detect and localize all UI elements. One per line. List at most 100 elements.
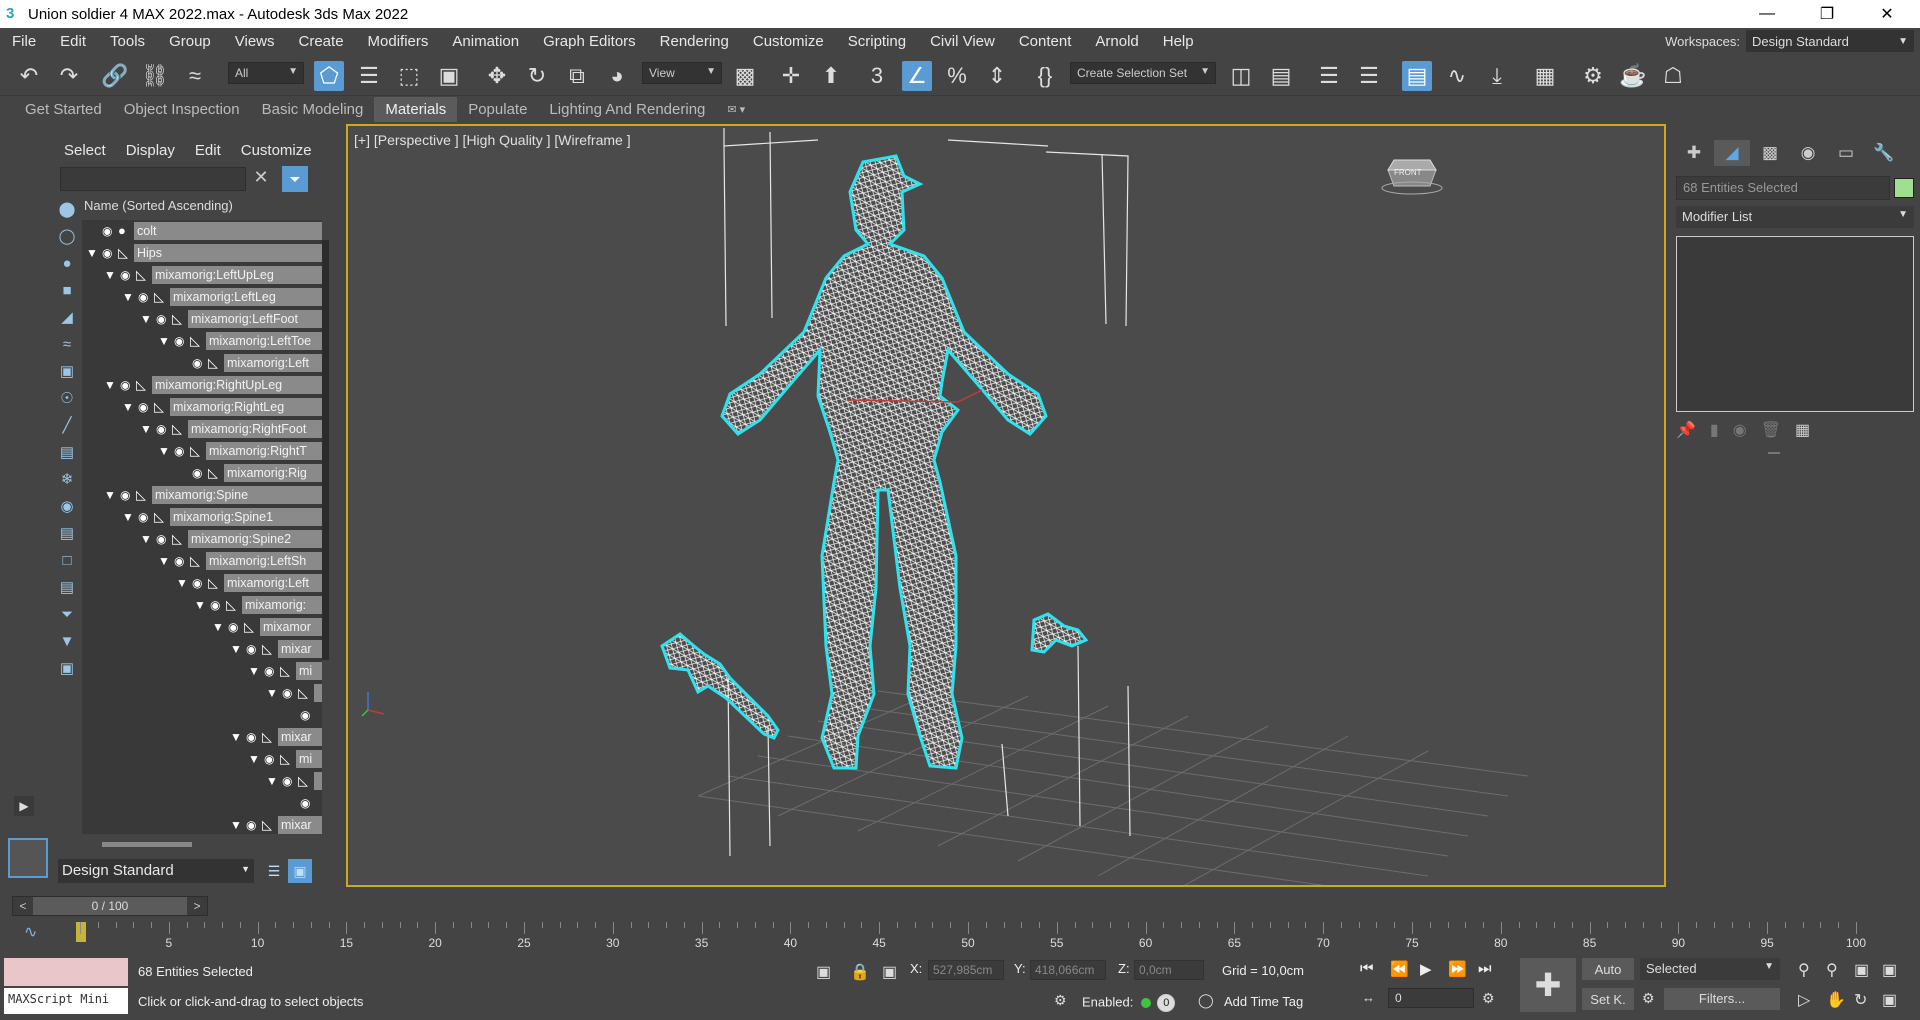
menu-file[interactable]: File	[0, 33, 48, 50]
enabled-toggle[interactable]: Enabled: 0	[1082, 994, 1176, 1012]
tree-row[interactable]: ▼ ◉ ◺ mixamorig:RightFoot	[82, 418, 322, 440]
tree-row-label[interactable]: mixamorig:Rig	[224, 464, 322, 482]
tree-row[interactable]: ▼ ◉ ◺ mixar	[82, 638, 322, 660]
link-icon[interactable]: 🔗	[100, 61, 130, 91]
expand-arrow-icon[interactable]: ▼	[140, 312, 154, 326]
visibility-eye-icon[interactable]: ◉	[102, 246, 118, 260]
tree-row-label[interactable]: mixamorig:RightLeg	[170, 398, 322, 416]
layer-icon[interactable]: ▣	[55, 656, 79, 680]
tree-row-label[interactable]: mixamorig:RightT	[206, 442, 322, 460]
previous-key-icon[interactable]: ⏪	[1390, 960, 1409, 978]
tree-row-label[interactable]: mixamor	[260, 618, 322, 636]
visibility-eye-icon[interactable]: ◉	[120, 488, 136, 502]
tree-row-label[interactable]: Hips	[134, 244, 322, 262]
tree-row-label[interactable]: mixamorig:LeftToe	[206, 332, 322, 350]
y-coordinate-field[interactable]: 418,066cm	[1030, 960, 1106, 980]
expand-arrow-icon[interactable]: ▼	[176, 576, 190, 590]
schematic-view-icon[interactable]: ⤓	[1482, 61, 1512, 91]
key-filter-dropdown[interactable]: Selected ▼	[1640, 958, 1780, 980]
tree-row[interactable]: ◉	[82, 792, 322, 814]
frozen-filter-icon[interactable]: ❄	[55, 467, 79, 491]
visibility-eye-icon[interactable]: ◉	[120, 268, 136, 282]
expand-arrow-icon[interactable]: ▼	[266, 686, 280, 700]
curve-editor-icon[interactable]: ∿	[1442, 61, 1472, 91]
menu-civil-view[interactable]: Civil View	[918, 33, 1007, 50]
configure-modifier-sets-icon[interactable]: ▦	[1795, 420, 1810, 440]
tree-row[interactable]: ▼ ◉ ◺ mixar	[82, 726, 322, 748]
invert-display-icon[interactable]: ▤	[55, 575, 79, 599]
absolute-mode-icon[interactable]: ▣	[882, 962, 897, 982]
remove-modifier-icon[interactable]: 🗑	[1761, 420, 1781, 440]
select-by-name-icon[interactable]: ☰	[354, 61, 384, 91]
visibility-eye-icon[interactable]: ◉	[282, 686, 298, 700]
tree-row-label[interactable]: mixamorig:Left	[224, 574, 322, 592]
scale-icon[interactable]: ⧉	[562, 61, 592, 91]
tree-row-label[interactable]: mixamorig:	[242, 596, 322, 614]
groups-filter-icon[interactable]: ▣	[55, 359, 79, 383]
expand-arrow-icon[interactable]: ▼	[266, 774, 280, 788]
expand-arrow-icon[interactable]: ▼	[158, 554, 172, 568]
mini-curve-editor-icon[interactable]: ∿	[24, 922, 37, 942]
tree-row-label[interactable]: mixar	[278, 728, 322, 746]
menu-edit[interactable]: Edit	[48, 33, 98, 50]
expand-arrow-icon[interactable]: ▼	[122, 400, 136, 414]
visibility-eye-icon[interactable]: ◉	[192, 576, 208, 590]
tree-row[interactable]: ◉ ● colt	[82, 220, 322, 242]
expand-arrow-icon[interactable]: ▼	[230, 642, 244, 656]
tree-row-label[interactable]: mixar	[278, 816, 322, 834]
auto-key-button[interactable]: Auto	[1582, 958, 1634, 980]
visibility-eye-icon[interactable]: ◉	[138, 400, 154, 414]
mirror-icon[interactable]: ◫	[1226, 61, 1256, 91]
visibility-eye-icon[interactable]: ◉	[264, 752, 280, 766]
select-manipulate-icon[interactable]: ✛	[776, 61, 806, 91]
tree-row[interactable]: ▼ ◉ ◺ mixamorig:LeftToe	[82, 330, 322, 352]
tree-row-label[interactable]	[314, 772, 322, 790]
shapes-filter-icon[interactable]: ◯	[55, 224, 79, 248]
tree-row[interactable]: ▼ ◉ ◺ mixamorig:LeftLeg	[82, 286, 322, 308]
set-key-icon[interactable]: ✚	[1520, 958, 1576, 1012]
snaps-toggle-icon[interactable]: 3	[862, 61, 892, 91]
display-tab-icon[interactable]: ▭	[1828, 140, 1864, 166]
tree-row[interactable]: ▼ ◉ ◺ mixamorig:Spine	[82, 484, 322, 506]
move-icon[interactable]: ✥	[482, 61, 512, 91]
expand-arrow-icon[interactable]: ▼	[230, 818, 244, 832]
set-key-button[interactable]: Set K.	[1582, 988, 1634, 1010]
tree-row[interactable]: ▼ ◉ ◺ mixamorig:Spine2	[82, 528, 322, 550]
scene-menu-edit[interactable]: Edit	[185, 138, 231, 163]
geometry-filter-icon[interactable]: ⬤	[55, 197, 79, 221]
toggle-ribbon-icon[interactable]: ▤	[1402, 61, 1432, 91]
utilities-tab-icon[interactable]: 🔧	[1866, 140, 1902, 166]
expand-panel-icon[interactable]: ▶	[14, 796, 34, 816]
key-mode-icon[interactable]: ↔	[1362, 990, 1375, 1005]
expand-arrow-icon[interactable]: ▼	[158, 444, 172, 458]
menu-graph-editors[interactable]: Graph Editors	[531, 33, 648, 50]
visibility-eye-icon[interactable]: ◉	[246, 818, 262, 832]
render-production-icon[interactable]: ☖	[1658, 61, 1688, 91]
align-icon[interactable]: ▤	[1266, 61, 1296, 91]
menu-views[interactable]: Views	[223, 33, 287, 50]
hidden-filter-icon[interactable]: ◉	[55, 494, 79, 518]
visibility-eye-icon[interactable]: ◉	[156, 422, 172, 436]
object-name-field[interactable]: 68 Entities Selected	[1676, 176, 1890, 200]
visibility-eye-icon[interactable]: ◉	[102, 224, 118, 238]
tree-row[interactable]: ◉ ◺ mixamorig:Left	[82, 352, 322, 374]
bind-space-warp-icon[interactable]: ≈	[180, 61, 210, 91]
selection-filter-dropdown[interactable]: All ▼	[228, 62, 304, 84]
tree-row-label[interactable]	[314, 684, 322, 702]
scene-explorer-thumbnail[interactable]	[8, 838, 48, 878]
show-end-result-icon[interactable]: ▮	[1710, 420, 1719, 440]
tree-row[interactable]: ▼ ◉ ◺ mi	[82, 660, 322, 682]
tree-row-label[interactable]: mixamorig:Spine	[152, 486, 322, 504]
tab-populate[interactable]: Populate	[457, 97, 538, 122]
tab-materials[interactable]: Materials	[374, 96, 458, 122]
reference-coordinate-dropdown[interactable]: View ▼	[642, 62, 722, 84]
funnel-icon[interactable]: ▼	[55, 629, 79, 653]
rendered-frame-window-icon[interactable]: ☕	[1618, 61, 1648, 91]
pan-icon[interactable]: ✋	[1826, 990, 1846, 1010]
menu-rendering[interactable]: Rendering	[648, 33, 741, 50]
angle-snap-icon[interactable]: ∠	[902, 61, 932, 91]
adaptive-degradation-icon[interactable]: ⚙	[1054, 992, 1067, 1009]
make-unique-icon[interactable]: ◉	[1733, 420, 1747, 440]
scene-menu-customize[interactable]: Customize	[231, 138, 322, 163]
tree-row[interactable]: ▼ ◉ ◺ mixamorig:LeftSh	[82, 550, 322, 572]
